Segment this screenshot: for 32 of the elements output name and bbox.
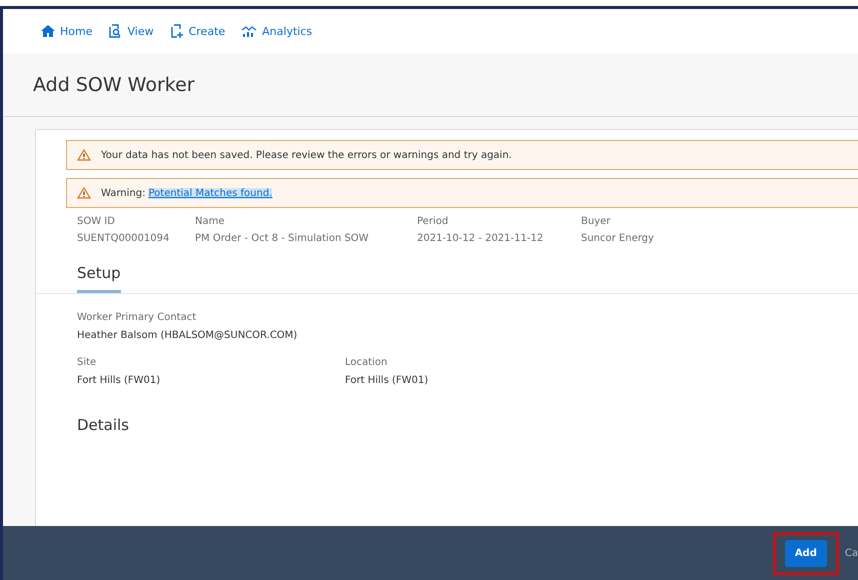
nav-link[interactable]: Home bbox=[41, 24, 92, 38]
section-heading: Details bbox=[76, 415, 130, 434]
field-label: Site bbox=[77, 357, 98, 368]
field-value: Fort Hills (FW01) bbox=[345, 375, 430, 386]
matches-link[interactable]: Potential Matches found. bbox=[148, 188, 272, 198]
field-label: Buyer bbox=[581, 216, 612, 227]
chart-icon bbox=[241, 25, 258, 37]
field-value: PM Order - Oct 8 - Simulation SOW bbox=[195, 233, 370, 244]
nav-link[interactable]: Analytics bbox=[241, 24, 312, 38]
warning-message: Your data has not been saved. Please review the errors or warnings and try again. bbox=[101, 150, 512, 160]
section-tab[interactable]: Setup bbox=[77, 258, 121, 293]
document-search-icon bbox=[108, 24, 122, 38]
warning-message: Warning: Potential Matches found. bbox=[101, 188, 272, 198]
field-value: 2021-10-12 - 2021-11-12 bbox=[417, 233, 544, 244]
field-label: SOW ID bbox=[77, 216, 116, 227]
page-title: Add SOW Worker bbox=[3, 53, 858, 117]
field-value: Heather Balsom (HBALSOM@SUNCOR.COM) bbox=[77, 330, 298, 341]
warning-icon bbox=[77, 149, 91, 161]
cancel-link[interactable]: Ca bbox=[844, 548, 858, 558]
field-label: Period bbox=[417, 216, 450, 227]
field-label: Name bbox=[195, 216, 226, 227]
field-value: Suncor Energy bbox=[581, 233, 655, 244]
field-label: Worker Primary Contact bbox=[77, 312, 198, 323]
add-button[interactable]: Add bbox=[784, 540, 827, 566]
field-value: Fort Hills (FW01) bbox=[77, 375, 162, 386]
field-value: SUENTQ00001094 bbox=[77, 233, 170, 244]
warning-icon bbox=[77, 187, 91, 199]
home-icon bbox=[41, 25, 55, 37]
document-add-icon bbox=[170, 24, 184, 38]
nav-link[interactable]: Create bbox=[170, 24, 226, 38]
nav-link[interactable]: View bbox=[108, 24, 154, 38]
field-label: Location bbox=[345, 357, 388, 368]
